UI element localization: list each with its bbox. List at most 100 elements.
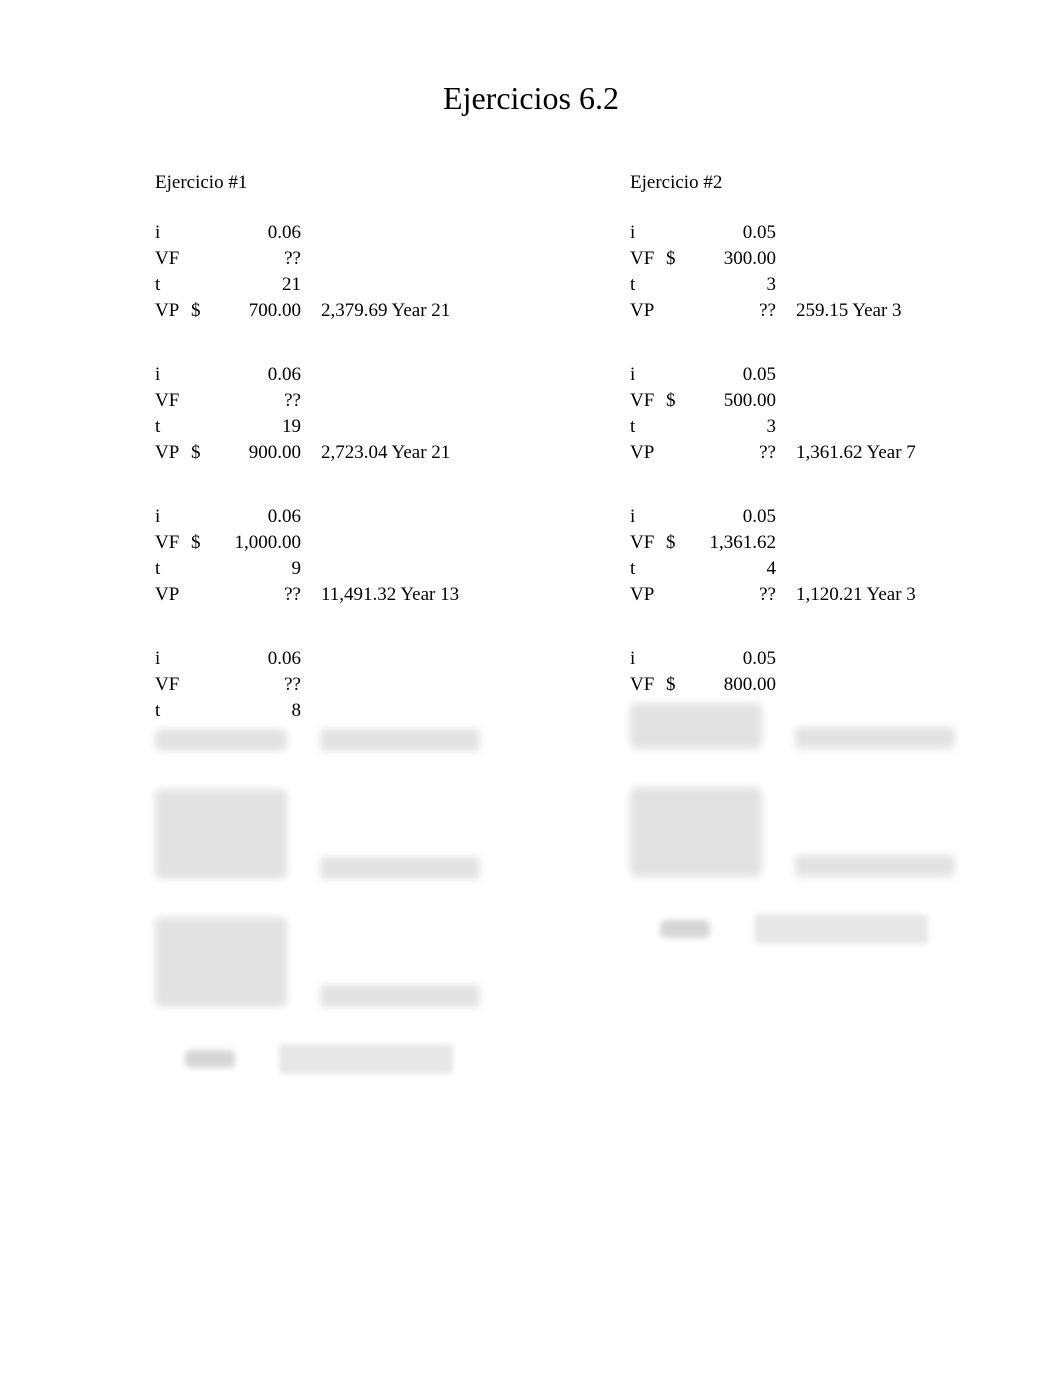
calc-block-partial: i 0.06 VF ?? t 8 [155,648,525,751]
row-currency: $ [191,442,209,464]
exercise-1-column: Ejercicio #1 i 0.06 VF ?? t 21 [155,172,525,1073]
row-value: ?? [684,300,776,322]
row-label: VF [630,532,666,554]
calc-row: VF $ 300.00 [630,248,1000,274]
row-label: t [630,274,666,296]
blurred-total-row [155,1045,525,1073]
row-currency: $ [191,300,209,322]
calc-row: t 3 [630,416,1000,442]
row-value: ?? [209,248,301,270]
row-label: VF [155,532,191,554]
row-label: i [155,506,191,528]
row-value: 500.00 [684,390,776,412]
row-value: 0.05 [684,364,776,386]
row-currency: $ [666,248,684,270]
blurred-content [795,727,955,749]
row-label: i [630,364,666,386]
blurred-total-row [630,915,1000,943]
row-label: i [155,222,191,244]
row-label: VP [630,300,666,322]
row-label: t [630,558,666,580]
row-value: 19 [209,416,301,438]
exercise-2-heading: Ejercicio #2 [630,172,1000,194]
calc-row: t 3 [630,274,1000,300]
row-label: i [630,222,666,244]
row-currency: $ [666,390,684,412]
row-value: 0.05 [684,506,776,528]
blurred-calc-block [155,789,525,879]
row-result: 11,491.32 Year 13 [301,584,459,606]
blurred-content [320,729,480,751]
row-value: ?? [209,584,301,606]
row-result: 1,361.62 Year 7 [776,442,916,464]
row-value: 21 [209,274,301,296]
row-value: ?? [684,442,776,464]
row-label: VP [630,584,666,606]
row-value: 900.00 [209,442,301,464]
row-result: 2,723.04 Year 21 [301,442,450,464]
exercise-1-heading: Ejercicio #1 [155,172,525,194]
row-value: 0.05 [684,648,776,670]
row-label: t [155,700,191,722]
row-label: t [155,558,191,580]
row-result: 2,379.69 Year 21 [301,300,450,322]
calc-row: VP ?? 1,361.62 Year 7 [630,442,1000,468]
row-label: t [155,274,191,296]
row-label: VF [155,674,191,696]
calc-block: i 0.06 VF ?? t 19 VP $ 900.00 [155,364,525,468]
row-currency: $ [191,532,209,554]
row-label: i [630,648,666,670]
row-label: VF [155,390,191,412]
row-value: 0.06 [209,506,301,528]
row-value: 9 [209,558,301,580]
calc-row: i 0.05 [630,648,1000,674]
page-title: Ejercicios 6.2 [0,80,1062,117]
row-currency: $ [666,674,684,696]
row-value: 4 [684,558,776,580]
row-label: VF [630,248,666,270]
row-label: VP [155,300,191,322]
blurred-content [155,789,287,879]
row-label: t [630,416,666,438]
row-currency: $ [666,532,684,554]
calc-row: VP $ 900.00 2,723.04 Year 21 [155,442,525,468]
row-value: 1,000.00 [209,532,301,554]
calc-row: i 0.05 [630,506,1000,532]
calc-block: i 0.06 VF $ 1,000.00 t 9 VP ?? [155,506,525,610]
row-value: 1,361.62 [684,532,776,554]
calc-row: VF $ 1,000.00 [155,532,525,558]
row-value: 0.06 [209,648,301,670]
row-label: t [155,416,191,438]
calc-row: i 0.06 [155,648,525,674]
blurred-content [155,917,287,1007]
row-value: 0.05 [684,222,776,244]
row-value: 3 [684,416,776,438]
blurred-content [630,787,762,877]
calc-row: i 0.05 [630,222,1000,248]
calc-row: t 8 [155,700,525,726]
calc-block-partial: i 0.05 VF $ 800.00 [630,648,1000,749]
calc-row: VP ?? 259.15 Year 3 [630,300,1000,326]
row-value: 0.06 [209,222,301,244]
calc-row: VP ?? 1,120.21 Year 3 [630,584,1000,610]
calc-row: i 0.06 [155,364,525,390]
calc-row: t 4 [630,558,1000,584]
row-value: 8 [209,700,301,722]
row-label: i [155,364,191,386]
row-value: 0.06 [209,364,301,386]
blurred-content [280,1045,452,1073]
row-label: VP [630,442,666,464]
blurred-content [320,857,480,879]
row-label: VF [630,390,666,412]
calc-row: VF ?? [155,390,525,416]
calc-row: VF ?? [155,248,525,274]
calc-row: i 0.06 [155,222,525,248]
row-value: 3 [684,274,776,296]
row-value: ?? [684,584,776,606]
blurred-content [155,729,287,751]
calc-row: VP ?? 11,491.32 Year 13 [155,584,525,610]
row-value: 300.00 [684,248,776,270]
calc-row: t 9 [155,558,525,584]
blurred-content [755,915,927,943]
row-label: VF [155,248,191,270]
